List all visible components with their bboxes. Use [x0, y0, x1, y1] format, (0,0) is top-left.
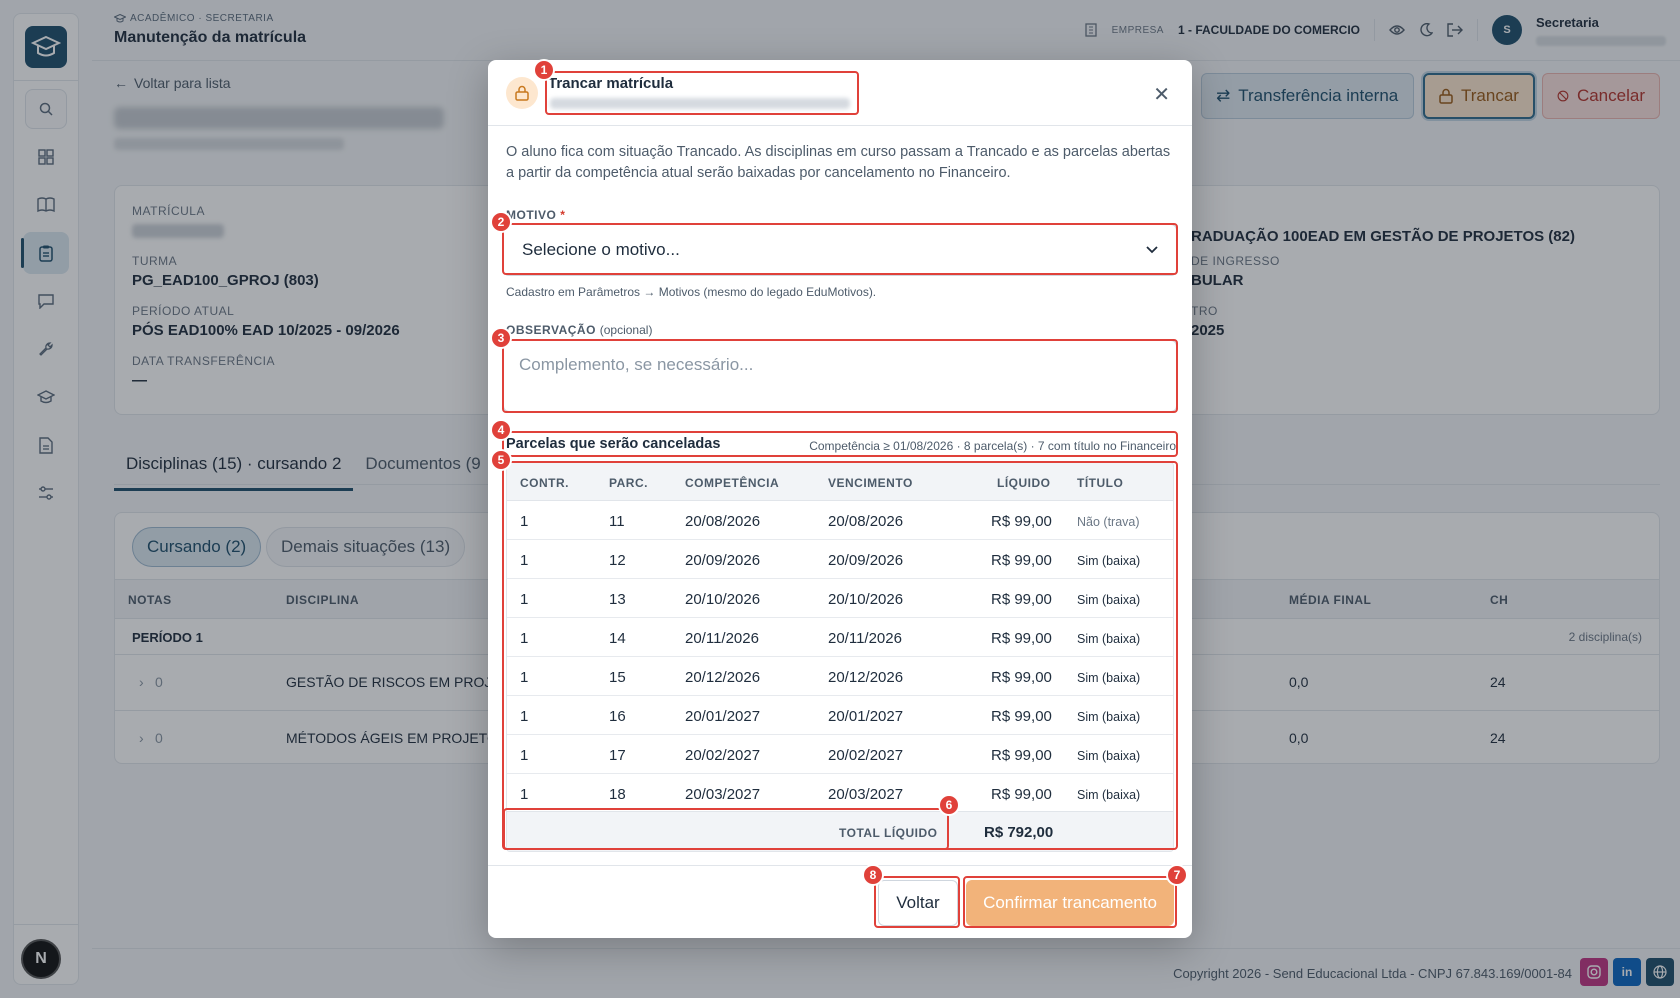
parc-value: 15: [609, 669, 626, 686]
liquido-value: R$ 99,00: [991, 708, 1052, 725]
liquido-value: R$ 99,00: [991, 591, 1052, 608]
liquido-value: R$ 99,00: [991, 669, 1052, 686]
parc-value: 11: [609, 513, 625, 530]
annotation-badge: 3: [490, 327, 512, 349]
table-row: 1 13 20/10/2026 20/10/2026 R$ 99,00 Sim (baix…: [507, 579, 1173, 618]
competencia-value: 20/09/2026: [685, 552, 761, 569]
annotation-badge: 7: [1166, 864, 1188, 886]
titulo-value: Sim (baixa): [1077, 710, 1141, 724]
liquido-value: R$ 99,00: [991, 513, 1052, 530]
titulo-value: Sim (baixa): [1077, 788, 1141, 802]
vencimento-value: 20/11/2026: [828, 630, 902, 647]
table-row: 1 14 20/11/2026 20/11/2026 R$ 99,00 Sim (baix…: [507, 618, 1173, 657]
contr-value: 1: [520, 786, 529, 803]
contr-value: 1: [520, 708, 529, 725]
liquido-value: R$ 99,00: [991, 552, 1052, 569]
competencia-value: 20/08/2026: [685, 513, 761, 530]
annotation-badge: 2: [490, 211, 512, 233]
vencimento-value: 20/02/2027: [828, 747, 904, 764]
modal-footer-divider: [488, 865, 1192, 866]
annotation-badge: 6: [938, 794, 960, 816]
parc-value: 13: [609, 591, 626, 608]
competencia-value: 20/02/2027: [685, 747, 761, 764]
contr-value: 1: [520, 552, 529, 569]
contr-value: 1: [520, 591, 529, 608]
contr-value: 1: [520, 513, 529, 530]
voltar-button[interactable]: Voltar: [878, 880, 958, 926]
col-vencimento: VENCIMENTO: [828, 476, 913, 490]
modal-subtitle-redacted: [550, 98, 850, 109]
titulo-value: Sim (baixa): [1077, 632, 1141, 646]
annotation-badge: 1: [533, 59, 555, 81]
annotation-badge: 8: [862, 864, 884, 886]
parc-value: 16: [609, 708, 626, 725]
titulo-value: Sim (baixa): [1077, 554, 1141, 568]
observacao-label: OBSERVAÇÃO (opcional): [506, 323, 652, 337]
required-marker: *: [560, 208, 566, 222]
observacao-textarea[interactable]: Complemento, se necessário...: [503, 340, 1177, 412]
titulo-value: Sim (baixa): [1077, 671, 1141, 685]
titulo-value: Não (trava): [1077, 515, 1140, 529]
confirmar-trancamento-button[interactable]: Confirmar trancamento: [966, 880, 1174, 926]
motivo-select-value: Selecione o motivo...: [522, 240, 680, 259]
vencimento-value: 20/09/2026: [828, 552, 904, 569]
vencimento-value: 20/08/2026: [828, 513, 904, 530]
parcelas-table: CONTR. PARC. COMPETÊNCIA VENCIMENTO LÍQU…: [506, 462, 1174, 852]
col-titulo: TÍTULO: [1077, 476, 1124, 490]
table-row: 1 18 20/03/2027 20/03/2027 R$ 99,00 Sim (baix…: [507, 774, 1173, 813]
modal-header: Trancar matrícula ✕: [488, 60, 1192, 126]
liquido-value: R$ 99,00: [991, 630, 1052, 647]
vencimento-value: 20/12/2026: [828, 669, 904, 686]
motivo-label-text: MOTIVO: [506, 208, 557, 222]
observacao-label-text: OBSERVAÇÃO: [506, 323, 596, 337]
competencia-value: 20/11/2026: [685, 630, 759, 647]
competencia-value: 20/03/2027: [685, 786, 761, 803]
total-value: R$ 792,00: [984, 824, 1054, 841]
col-liquido: LÍQUIDO: [997, 476, 1051, 490]
col-contr: CONTR.: [520, 476, 569, 490]
parc-value: 18: [609, 786, 626, 803]
parc-value: 17: [609, 747, 626, 764]
contr-value: 1: [520, 630, 529, 647]
competencia-value: 20/12/2026: [685, 669, 761, 686]
table-row: 1 11 20/08/2026 20/08/2026 R$ 99,00 Não (trav…: [507, 501, 1173, 540]
lock-icon: [506, 77, 538, 109]
motivo-hint: Cadastro em Parâmetros → Motivos (mesmo …: [506, 285, 877, 299]
competencia-value: 20/10/2026: [685, 591, 761, 608]
parcelas-title: Parcelas que serão canceladas: [506, 436, 721, 452]
annotation-badge: 5: [490, 449, 512, 471]
table-row: 1 17 20/02/2027 20/02/2027 R$ 99,00 Sim (baix…: [507, 735, 1173, 774]
parc-value: 12: [609, 552, 626, 569]
close-icon[interactable]: ✕: [1153, 82, 1170, 107]
table-row: 1 12 20/09/2026 20/09/2026 R$ 99,00 Sim (baix…: [507, 540, 1173, 579]
optional-marker: (opcional): [599, 323, 653, 337]
titulo-value: Sim (baixa): [1077, 593, 1141, 607]
parcelas-total-row: TOTAL LÍQUIDO R$ 792,00: [507, 811, 1173, 851]
annotation-badge: 4: [490, 419, 512, 441]
trancar-modal: Trancar matrícula ✕ O aluno fica com sit…: [488, 60, 1192, 938]
contr-value: 1: [520, 747, 529, 764]
liquido-value: R$ 99,00: [991, 786, 1052, 803]
competencia-value: 20/01/2027: [685, 708, 761, 725]
parc-value: 14: [609, 630, 626, 647]
vencimento-value: 20/03/2027: [828, 786, 904, 803]
col-parc: PARC.: [609, 476, 648, 490]
modal-title: Trancar matrícula: [548, 75, 674, 92]
liquido-value: R$ 99,00: [991, 747, 1052, 764]
vencimento-value: 20/10/2026: [828, 591, 904, 608]
parcelas-table-header: CONTR. PARC. COMPETÊNCIA VENCIMENTO LÍQU…: [507, 463, 1173, 501]
table-row: 1 15 20/12/2026 20/12/2026 R$ 99,00 Sim (baix…: [507, 657, 1173, 696]
titulo-value: Sim (baixa): [1077, 749, 1141, 763]
motivo-select[interactable]: Selecione o motivo...: [503, 224, 1177, 276]
vencimento-value: 20/01/2027: [828, 708, 904, 725]
parcelas-meta: Competência ≥ 01/08/2026 · 8 parcela(s) …: [809, 439, 1176, 453]
table-row: 1 16 20/01/2027 20/01/2027 R$ 99,00 Sim (baix…: [507, 696, 1173, 735]
col-competencia: COMPETÊNCIA: [685, 476, 780, 490]
chevron-down-icon: [1146, 246, 1158, 254]
contr-value: 1: [520, 669, 529, 686]
modal-description: O aluno fica com situação Trancado. As d…: [506, 144, 1171, 181]
total-label: TOTAL LÍQUIDO: [839, 826, 938, 840]
motivo-label: MOTIVO *: [506, 208, 565, 222]
